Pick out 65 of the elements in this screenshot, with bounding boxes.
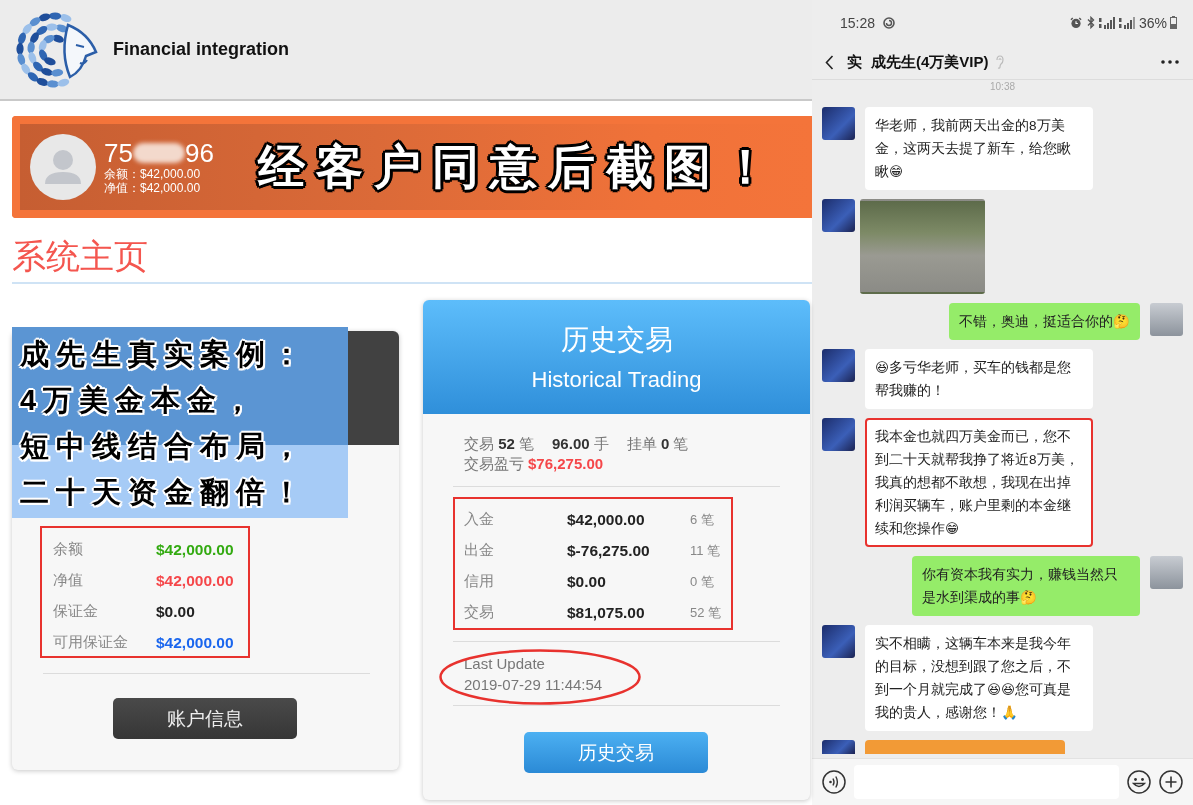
summary-text: 交易 52 笔: [464, 434, 535, 454]
chat-title: 成先生(4万美VIP): [871, 52, 989, 72]
stat-label: 净值: [53, 571, 84, 590]
caption-line: 4万美金本金，: [20, 383, 261, 418]
voice-icon[interactable]: [822, 770, 846, 794]
back-icon[interactable]: [825, 54, 834, 70]
stat-count: 6 笔: [690, 510, 714, 529]
avatar-icon: [30, 134, 96, 200]
message-text: 华老师，我前两天出金的8万美金，这两天去提了新车，给您瞅瞅😁: [875, 118, 1071, 179]
message-text: 你有资本我有实力，赚钱当然只是水到渠成的事🤔: [922, 567, 1118, 605]
account-info-button[interactable]: 账户信息: [113, 698, 297, 739]
alarm-clock-icon: [1069, 16, 1082, 29]
more-icon[interactable]: [1161, 60, 1179, 64]
stat-amount: $42,000.00: [567, 510, 646, 529]
stat-label: 信用: [464, 572, 495, 591]
bluetooth-icon: [1086, 16, 1095, 29]
stat-value: $42,000.00: [156, 633, 234, 652]
caption-line: 短中线结合布局，: [20, 429, 309, 464]
signal-icon: [1118, 16, 1135, 29]
stat-count: 52 笔: [690, 603, 722, 622]
update-time: 2019-07-29 11:44:54: [464, 675, 604, 695]
stat-count: 0 笔: [690, 572, 714, 591]
stat-amount: $-76,275.00: [567, 541, 651, 560]
account-number-end: 96: [184, 139, 214, 167]
pnl-value: $76,275.00: [528, 454, 604, 474]
stat-value: $42,000.00: [156, 571, 234, 590]
message-text: 我本金也就四万美金而已，您不到二十天就帮我挣了将近8万美，我真的想都不敢想，我现在出掉利润买辆车，账户里剩的本金继续和您操作😁: [875, 429, 1079, 536]
stat-label: 余额: [53, 540, 84, 559]
card-title: 历史交易: [559, 323, 674, 357]
plus-icon[interactable]: [1159, 770, 1183, 794]
balance-text: 余额：$42,000.00: [104, 167, 202, 181]
message-text: 不错，奥迪，挺适合你的🤔: [959, 314, 1130, 329]
chat-timestamp: 10:38: [990, 81, 1015, 92]
battery-icon: [1170, 16, 1177, 29]
stat-label: 可用保证金: [53, 633, 129, 652]
page-title: 系统主页: [12, 236, 149, 276]
summary-text: 挂单 0 笔: [626, 434, 689, 454]
ear-icon: [994, 55, 1004, 69]
caption-line: 二十天资金翻倍！: [20, 475, 309, 510]
message-text: 实不相瞒，这辆车本来是我今年的目标，没想到跟了您之后，不到一个月就完成了😆😆您可真是我的贵人，感谢您！🙏: [875, 636, 1072, 720]
account-number-start: 75: [104, 139, 133, 167]
stat-label: 入金: [464, 510, 495, 529]
stat-label: 交易: [464, 603, 495, 622]
status-time: 15:28: [840, 14, 876, 31]
signal-icon: [1098, 16, 1115, 29]
stat-amount: $81,075.00: [567, 603, 646, 622]
update-label: Last Update: [464, 654, 546, 674]
site-title: Financial integration: [113, 39, 290, 60]
stat-value: $42,000.00: [156, 540, 234, 559]
summary-text: 96.00 手: [552, 434, 609, 454]
message-text: 😆多亏华老师，买车的钱都是您帮我赚的！: [875, 360, 1072, 398]
emoji-icon[interactable]: [1127, 770, 1151, 794]
balance-text: 净值：$42,000.00: [104, 181, 202, 195]
pnl-label: 交易盈亏: [464, 454, 524, 474]
caption-line: 成先生真实案例：: [20, 337, 309, 372]
card-subtitle: Historical Trading: [530, 366, 703, 394]
chat-tag: 实: [847, 52, 862, 72]
stat-amount: $0.00: [567, 572, 607, 591]
swirl-icon: [883, 16, 896, 29]
stat-value: $0.00: [156, 602, 195, 621]
stat-label: 出金: [464, 541, 495, 560]
stat-label: 保证金: [53, 602, 99, 621]
battery-percent: 36%: [1138, 14, 1167, 31]
banner-caption: 经客户同意后截图！: [257, 139, 780, 195]
stat-count: 11 笔: [690, 541, 721, 560]
